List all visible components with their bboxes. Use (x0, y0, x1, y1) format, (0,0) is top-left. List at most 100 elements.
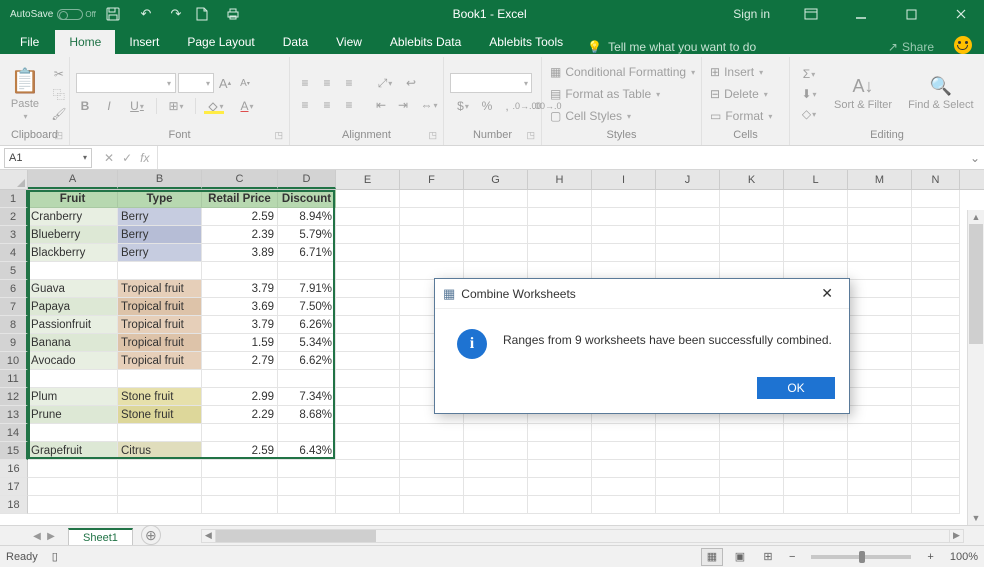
cell[interactable] (464, 460, 528, 478)
dialog-launcher-icon[interactable]: ◳ (428, 130, 437, 141)
cell[interactable] (720, 442, 784, 460)
horizontal-scrollbar[interactable]: ◀ ▶ (201, 529, 964, 543)
ribbon-display-icon[interactable] (790, 0, 832, 28)
cell[interactable] (336, 334, 400, 352)
tab-data[interactable]: Data (269, 30, 322, 54)
cell[interactable] (848, 316, 912, 334)
cell[interactable] (656, 244, 720, 262)
row-header[interactable]: 12 (0, 388, 28, 406)
borders-button[interactable]: ⊞▾ (163, 97, 189, 115)
cell[interactable] (336, 244, 400, 262)
insert-function-icon[interactable]: fx (140, 151, 149, 165)
cell[interactable] (28, 460, 118, 478)
row-header[interactable]: 18 (0, 496, 28, 514)
cell[interactable]: 3.79 (202, 280, 278, 298)
expand-formula-bar-icon[interactable]: ⌄ (966, 151, 984, 165)
cell[interactable] (912, 262, 960, 280)
cell[interactable] (592, 424, 656, 442)
cell[interactable] (336, 478, 400, 496)
cell[interactable]: 7.34% (278, 388, 336, 406)
paste-button[interactable]: 📋 Paste ▾ (6, 65, 44, 123)
tab-nav-prev-icon[interactable]: ◀ (30, 527, 44, 545)
cell[interactable] (912, 316, 960, 334)
cell[interactable]: 3.89 (202, 244, 278, 262)
cell-styles-button[interactable]: ▢Cell Styles▾ (548, 106, 695, 126)
save-icon[interactable] (106, 7, 126, 21)
new-file-icon[interactable] (196, 7, 216, 21)
cell[interactable] (202, 262, 278, 280)
cell[interactable]: 2.79 (202, 352, 278, 370)
cell[interactable] (202, 460, 278, 478)
column-header[interactable]: H (528, 170, 592, 189)
cell[interactable] (912, 334, 960, 352)
cell[interactable] (528, 208, 592, 226)
cell[interactable]: Blackberry (28, 244, 118, 262)
align-bottom-icon[interactable]: ≡ (340, 74, 358, 92)
column-header[interactable]: K (720, 170, 784, 189)
cell[interactable] (464, 226, 528, 244)
column-header[interactable]: I (592, 170, 656, 189)
macro-record-icon[interactable]: ▯ (52, 550, 58, 563)
tab-ablebits-tools[interactable]: Ablebits Tools (475, 30, 577, 54)
cell[interactable] (592, 226, 656, 244)
cell[interactable] (720, 460, 784, 478)
cell[interactable] (336, 190, 400, 208)
cell[interactable] (400, 442, 464, 460)
cell[interactable] (720, 478, 784, 496)
cell[interactable] (464, 424, 528, 442)
cell[interactable] (336, 352, 400, 370)
cell[interactable] (720, 244, 784, 262)
row-header[interactable]: 5 (0, 262, 28, 280)
cell[interactable] (784, 442, 848, 460)
cell[interactable]: Avocado (28, 352, 118, 370)
insert-cells-button[interactable]: ⊞Insert▾ (708, 62, 783, 82)
cell[interactable] (784, 190, 848, 208)
cell[interactable] (848, 442, 912, 460)
autosum-icon[interactable]: Σ▾ (796, 65, 822, 83)
orientation-icon[interactable]: ⤢▾ (372, 74, 398, 92)
vertical-scrollbar[interactable]: ▲ ▼ (967, 210, 984, 525)
cell[interactable]: Tropical fruit (118, 352, 202, 370)
row-header[interactable]: 8 (0, 316, 28, 334)
cell[interactable]: 2.39 (202, 226, 278, 244)
cell[interactable] (848, 280, 912, 298)
cell[interactable] (656, 208, 720, 226)
column-header[interactable]: A (28, 170, 118, 189)
minimize-icon[interactable] (840, 0, 882, 28)
cell[interactable] (656, 190, 720, 208)
dialog-launcher-icon[interactable]: ◳ (54, 130, 63, 141)
cell[interactable]: 6.43% (278, 442, 336, 460)
cell[interactable] (784, 424, 848, 442)
cell[interactable] (720, 190, 784, 208)
cell[interactable]: 2.59 (202, 442, 278, 460)
column-header[interactable]: F (400, 170, 464, 189)
select-all-corner[interactable] (0, 170, 28, 189)
cell[interactable] (912, 370, 960, 388)
cell[interactable] (848, 478, 912, 496)
close-icon[interactable] (940, 0, 982, 28)
cell[interactable] (400, 496, 464, 514)
cell[interactable] (784, 226, 848, 244)
cell[interactable]: Berry (118, 226, 202, 244)
column-headers[interactable]: ABCDEFGHIJKLMN (0, 170, 984, 190)
cell[interactable] (336, 226, 400, 244)
column-header[interactable]: J (656, 170, 720, 189)
tab-nav-next-icon[interactable]: ▶ (44, 527, 58, 545)
page-break-view-icon[interactable]: ⊞ (757, 548, 779, 566)
cell[interactable] (528, 496, 592, 514)
cell[interactable]: Berry (118, 244, 202, 262)
row-header[interactable]: 17 (0, 478, 28, 496)
increase-indent-icon[interactable]: ⇥ (394, 96, 412, 114)
cell[interactable] (464, 442, 528, 460)
cell[interactable] (656, 478, 720, 496)
italic-button[interactable]: I (100, 97, 118, 115)
tell-me-search[interactable]: 💡 Tell me what you want to do (577, 40, 766, 54)
row-header[interactable]: 2 (0, 208, 28, 226)
cell[interactable] (336, 280, 400, 298)
fill-down-icon[interactable]: ⬇▾ (796, 85, 822, 103)
cell[interactable] (528, 460, 592, 478)
cell[interactable]: Retail Price (202, 190, 278, 208)
cell[interactable]: Tropical fruit (118, 298, 202, 316)
cell[interactable]: Discount (278, 190, 336, 208)
cell[interactable] (118, 262, 202, 280)
